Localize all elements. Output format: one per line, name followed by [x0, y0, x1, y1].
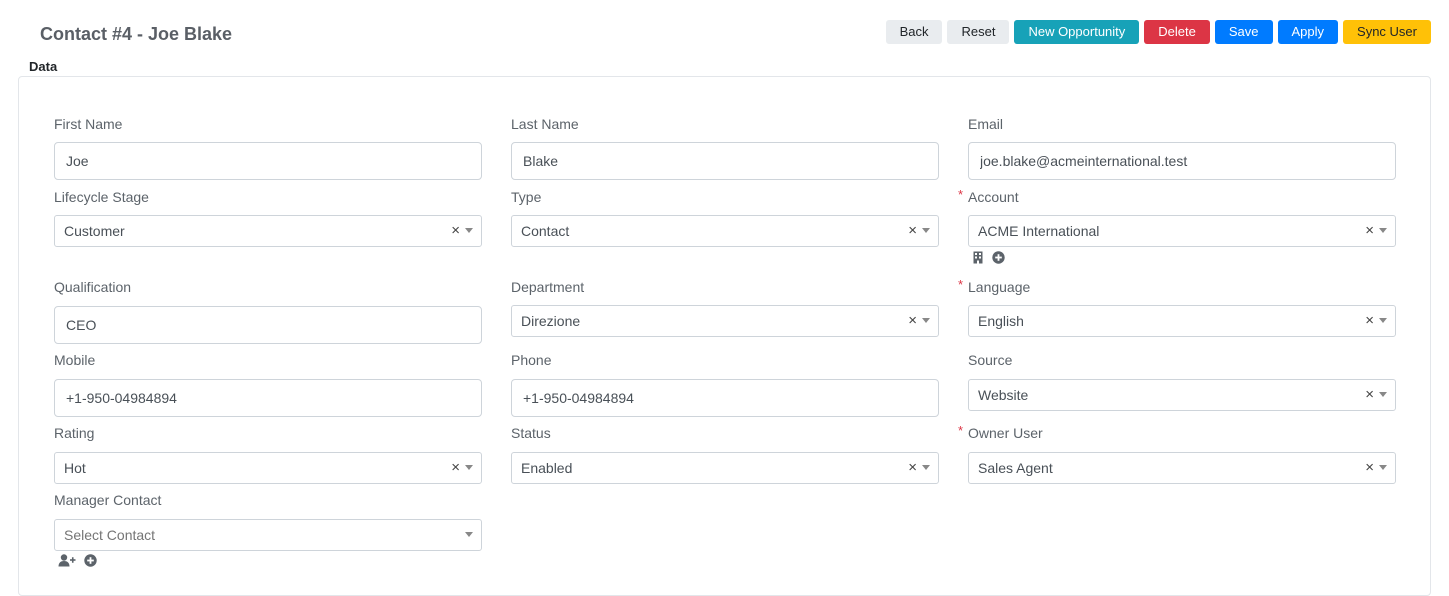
status-label: Status	[511, 425, 551, 441]
user-plus-icon[interactable]	[58, 554, 76, 567]
owner-user-value: Sales Agent	[978, 460, 1053, 476]
manager-contact-label: Manager Contact	[54, 492, 162, 508]
lifecycle-stage-label: Lifecycle Stage	[54, 189, 149, 205]
required-marker: *	[958, 277, 964, 292]
status-value: Enabled	[521, 460, 573, 476]
type-select[interactable]: Contact ×	[511, 215, 939, 247]
qualification-input[interactable]	[54, 306, 482, 344]
section-label-data: Data	[29, 59, 58, 74]
account-actions	[972, 251, 1005, 264]
rating-label: Rating	[54, 425, 95, 441]
clear-icon[interactable]: ×	[451, 223, 460, 239]
department-select[interactable]: Direzione ×	[511, 305, 939, 337]
manager-contact-actions	[58, 554, 97, 567]
required-marker: *	[958, 187, 964, 202]
source-label: Source	[968, 352, 1013, 368]
building-icon[interactable]	[972, 251, 984, 264]
clear-icon[interactable]: ×	[1365, 460, 1374, 476]
chevron-down-icon[interactable]	[922, 318, 930, 323]
rating-value: Hot	[64, 460, 86, 476]
language-value: English	[978, 313, 1024, 329]
qualification-label: Qualification	[54, 279, 132, 295]
toolbar: Back Reset New Opportunity Delete Save A…	[885, 20, 1431, 44]
back-button[interactable]: Back	[885, 20, 943, 44]
chevron-down-icon[interactable]	[1379, 318, 1387, 323]
source-select[interactable]: Website ×	[968, 379, 1396, 411]
manager-contact-select[interactable]: Select Contact	[54, 519, 482, 551]
owner-user-label: Owner User	[968, 425, 1043, 441]
email-label: Email	[968, 116, 1004, 132]
last-name-label: Last Name	[511, 116, 579, 132]
new-opportunity-button[interactable]: New Opportunity	[1014, 20, 1140, 44]
phone-label: Phone	[511, 352, 552, 368]
first-name-input[interactable]	[54, 142, 482, 180]
department-label: Department	[511, 279, 585, 295]
clear-icon[interactable]: ×	[451, 460, 460, 476]
lifecycle-stage-value: Customer	[64, 223, 125, 239]
delete-button[interactable]: Delete	[1144, 20, 1210, 44]
chevron-down-icon[interactable]	[465, 532, 473, 537]
phone-input[interactable]	[511, 379, 939, 417]
type-value: Contact	[521, 223, 570, 239]
owner-user-select[interactable]: Sales Agent ×	[968, 452, 1396, 484]
language-label: Language	[968, 279, 1031, 295]
manager-contact-placeholder: Select Contact	[64, 527, 156, 543]
language-select[interactable]: English ×	[968, 305, 1396, 337]
chevron-down-icon[interactable]	[465, 465, 473, 470]
account-select[interactable]: ACME International ×	[968, 215, 1396, 247]
clear-icon[interactable]: ×	[1365, 387, 1374, 403]
page-title: Contact #4 - Joe Blake	[40, 24, 233, 44]
mobile-label: Mobile	[54, 352, 96, 368]
rating-select[interactable]: Hot ×	[54, 452, 482, 484]
chevron-down-icon[interactable]	[465, 228, 473, 233]
first-name-label: First Name	[54, 116, 123, 132]
apply-button[interactable]: Apply	[1277, 20, 1339, 44]
clear-icon[interactable]: ×	[908, 313, 917, 329]
clear-icon[interactable]: ×	[908, 223, 917, 239]
chevron-down-icon[interactable]	[1379, 228, 1387, 233]
last-name-input[interactable]	[511, 142, 939, 180]
clear-icon[interactable]: ×	[1365, 313, 1374, 329]
account-label: Account	[968, 189, 1019, 205]
chevron-down-icon[interactable]	[922, 228, 930, 233]
lifecycle-stage-select[interactable]: Customer ×	[54, 215, 482, 247]
chevron-down-icon[interactable]	[922, 465, 930, 470]
clear-icon[interactable]: ×	[908, 460, 917, 476]
type-label: Type	[511, 189, 542, 205]
required-marker: *	[958, 423, 964, 438]
account-value: ACME International	[978, 223, 1100, 239]
clear-icon[interactable]: ×	[1365, 223, 1374, 239]
sync-user-button[interactable]: Sync User	[1343, 20, 1431, 44]
plus-circle-icon[interactable]	[992, 251, 1005, 264]
status-select[interactable]: Enabled ×	[511, 452, 939, 484]
plus-circle-icon[interactable]	[84, 554, 97, 567]
chevron-down-icon[interactable]	[1379, 392, 1387, 397]
email-input[interactable]	[968, 142, 1396, 180]
save-button[interactable]: Save	[1214, 20, 1273, 44]
mobile-input[interactable]	[54, 379, 482, 417]
reset-button[interactable]: Reset	[947, 20, 1010, 44]
chevron-down-icon[interactable]	[1379, 465, 1387, 470]
department-value: Direzione	[521, 313, 581, 329]
source-value: Website	[978, 387, 1029, 403]
form-card: First Name Last Name Email Lifecycle Sta…	[18, 76, 1431, 596]
